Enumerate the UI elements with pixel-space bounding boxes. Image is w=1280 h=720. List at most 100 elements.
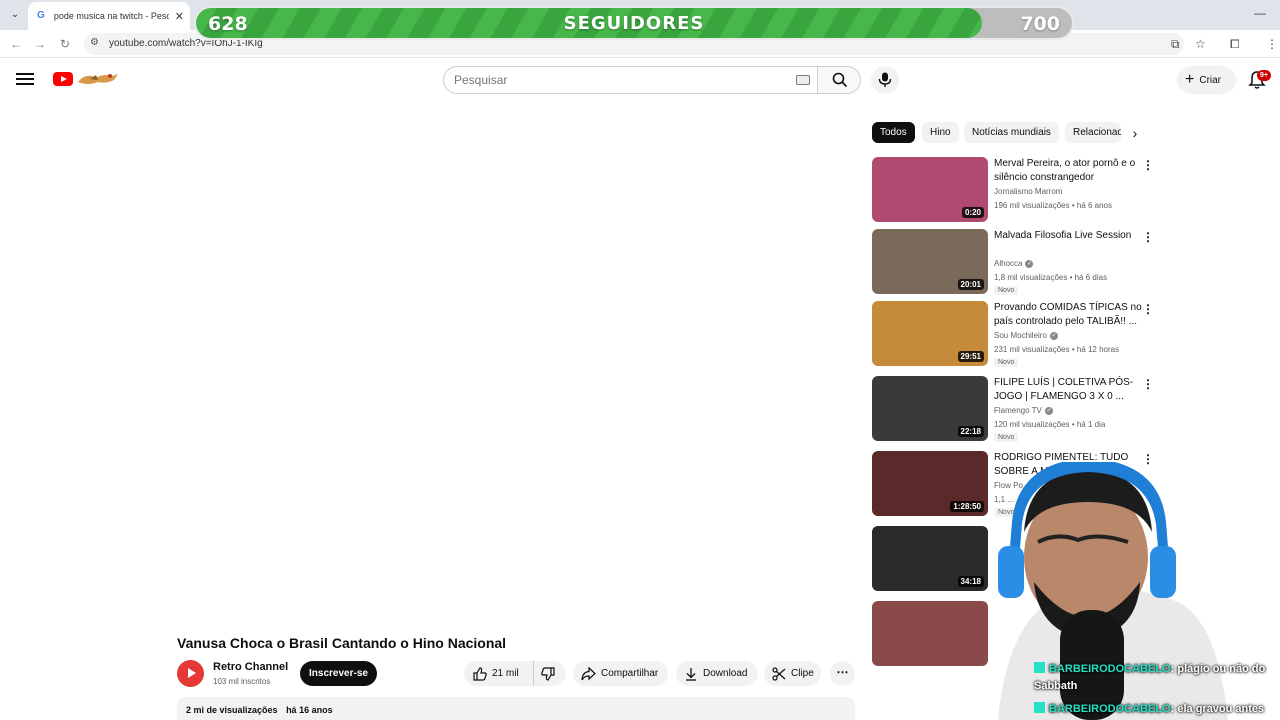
chat-username: BARBEIRODOCABELO — [1049, 703, 1171, 715]
new-badge: Novo — [994, 433, 1019, 442]
follower-current-count: 628 — [208, 13, 248, 35]
recommended-video[interactable]: 22:18 FILIPE LUÍS | COLETIVA PÓS-JOGO | F… — [872, 376, 1162, 442]
download-label: Download — [703, 668, 748, 679]
streamer-webcam — [998, 462, 1228, 720]
recommended-channel[interactable]: Jornalismo Marrom — [994, 187, 1062, 196]
voice-search-button[interactable] — [871, 66, 899, 94]
channel-subscribers: 103 mil inscritos — [213, 677, 271, 686]
recommended-channel[interactable]: Sou Mochileiro ✓ — [994, 331, 1058, 340]
recommended-video-meta: 231 mil visualizações • há 12 horas — [994, 345, 1120, 354]
recommended-video[interactable]: 0:20 Merval Pereira, o ator pornô e o sil… — [872, 157, 1162, 223]
follower-goal-count: 700 — [1020, 13, 1060, 35]
keyboard-icon[interactable] — [796, 75, 810, 85]
chat-text: : plágio ou não do — [1170, 663, 1266, 675]
browser-menu-icon[interactable]: ⋮ — [1266, 37, 1278, 51]
more-options-icon[interactable]: ⋮ — [1142, 303, 1154, 315]
chip-relacionados[interactable]: Relacionados — [1065, 122, 1121, 143]
channel-avatar[interactable] — [177, 660, 204, 687]
like-count: 21 mil — [492, 668, 519, 679]
hamburger-menu-icon[interactable] — [16, 71, 34, 89]
youtube-logo-icon[interactable] — [53, 72, 73, 86]
recommended-video-title[interactable]: Merval Pereira, o ator pornô e o silênci… — [994, 157, 1142, 185]
recommended-channel-name: Jornalismo Marrom — [994, 187, 1063, 196]
more-actions-icon[interactable]: ⋯ — [830, 661, 855, 686]
youtube-doodle-icon[interactable] — [76, 70, 120, 88]
tab-search-chevron-icon[interactable]: ⌄ — [6, 6, 24, 24]
video-duration: 22:18 — [957, 426, 984, 437]
video-duration: 29:51 — [957, 351, 984, 362]
back-icon[interactable]: ← — [8, 36, 24, 52]
forward-icon[interactable]: → — [32, 36, 48, 52]
recommended-video-title[interactable]: Malvada Filosofia Live Session — [994, 229, 1142, 257]
new-badge: Novo — [994, 286, 1019, 295]
video-thumbnail[interactable]: 0:20 — [872, 157, 988, 222]
chat-badge-icon — [1034, 702, 1045, 713]
dislike-button[interactable] — [534, 666, 566, 681]
install-app-icon[interactable]: ⧉ — [1171, 37, 1180, 52]
like-button[interactable]: 21 mil — [464, 661, 534, 686]
chat-username: BARBEIRODOCABELO — [1049, 663, 1171, 675]
tab-close-icon[interactable]: ✕ — [175, 10, 184, 23]
search-input[interactable] — [454, 72, 784, 88]
follower-goal-label: SEGUIDORES — [563, 13, 705, 34]
recommended-channel-name: Alhocca — [994, 259, 1023, 268]
video-title: Vanusa Choca o Brasil Cantando o Hino Na… — [177, 635, 507, 651]
download-button[interactable]: Download — [676, 661, 758, 686]
video-duration: 20:01 — [957, 279, 984, 290]
share-button[interactable]: Compartilhar — [573, 661, 668, 686]
chat-message-1-continuation: Sabbath — [1034, 680, 1078, 692]
search-box[interactable] — [443, 66, 818, 94]
site-info-icon[interactable]: ⚙ — [90, 37, 99, 48]
recommended-channel-name: Flamengo TV — [994, 406, 1042, 415]
video-duration: 0:20 — [961, 207, 984, 218]
recommended-video[interactable]: 29:51 Provando COMIDAS TÍPICAS no país co… — [872, 301, 1162, 367]
chip-todos[interactable]: Todos — [872, 122, 915, 143]
description-box[interactable]: 2 mi de visualizações há 16 anos — [177, 697, 855, 720]
create-button[interactable]: + Criar — [1177, 66, 1236, 94]
video-thumbnail[interactable]: 29:51 — [872, 301, 988, 366]
scissors-icon — [772, 666, 786, 681]
more-options-icon[interactable]: ⋮ — [1142, 231, 1154, 243]
chip-noticias-mundiais[interactable]: Notícias mundiais — [964, 122, 1059, 143]
video-player[interactable] — [177, 112, 855, 622]
chip-hino[interactable]: Hino — [922, 122, 959, 143]
clip-button[interactable]: Clipe — [764, 661, 821, 686]
subscribe-button[interactable]: Inscrever-se — [300, 661, 377, 686]
recommended-video[interactable]: 20:01 Malvada Filosofia Live Session Alhoc… — [872, 229, 1162, 295]
like-dislike-group: 21 mil — [464, 661, 566, 686]
plus-icon: + — [1185, 71, 1195, 88]
chat-message-2: BARBEIRODOCABELO: ela gravou antes — [1034, 702, 1264, 715]
thumbs-up-icon — [473, 666, 487, 681]
more-options-icon[interactable]: ⋮ — [1142, 378, 1154, 390]
microphone-icon — [878, 72, 892, 87]
chevron-right-icon[interactable]: › — [1126, 124, 1144, 142]
recommended-video-title[interactable]: Provando COMIDAS TÍPICAS no país control… — [994, 301, 1142, 329]
share-icon — [581, 666, 596, 680]
recommended-video-meta: 1,8 mil visualizações • há 6 dias — [994, 273, 1108, 282]
verified-check-icon: ✓ — [1049, 331, 1058, 340]
create-label: Criar — [1199, 74, 1222, 86]
chat-badge-icon — [1034, 662, 1045, 673]
recommended-channel[interactable]: Flamengo TV ✓ — [994, 406, 1053, 415]
browser-tab[interactable]: G pode musica na twitch - Pesquisa ✕ — [28, 2, 190, 30]
video-thumbnail[interactable]: 20:01 — [872, 229, 988, 294]
reload-icon[interactable]: ↻ — [57, 36, 73, 52]
recommended-channel-name: Sou Mochileiro — [994, 331, 1047, 340]
search-icon — [832, 72, 848, 88]
extensions-icon[interactable]: ⧠ — [1230, 37, 1240, 52]
follower-goal-bar: SEGUIDORES 628 700 — [194, 6, 1074, 40]
video-thumbnail[interactable]: 22:18 — [872, 376, 988, 441]
new-badge: Novo — [994, 358, 1019, 367]
view-count: 2 mi de visualizações — [186, 705, 278, 715]
search-button[interactable] — [817, 66, 861, 94]
google-icon: G — [37, 10, 45, 21]
recommended-video-title[interactable]: FILIPE LUÍS | COLETIVA PÓS-JOGO | FLAMEN… — [994, 376, 1142, 404]
clip-label: Clipe — [791, 668, 814, 679]
more-options-icon[interactable]: ⋮ — [1142, 159, 1154, 171]
recommended-channel[interactable]: Alhocca ✓ — [994, 259, 1034, 268]
share-label: Compartilhar — [601, 668, 659, 679]
channel-name[interactable]: Retro Channel — [213, 661, 288, 673]
bookmark-star-icon[interactable]: ☆ — [1195, 37, 1206, 51]
notifications-badge: 9+ — [1257, 70, 1271, 81]
window-minimize-icon[interactable]: — — [1254, 6, 1266, 20]
